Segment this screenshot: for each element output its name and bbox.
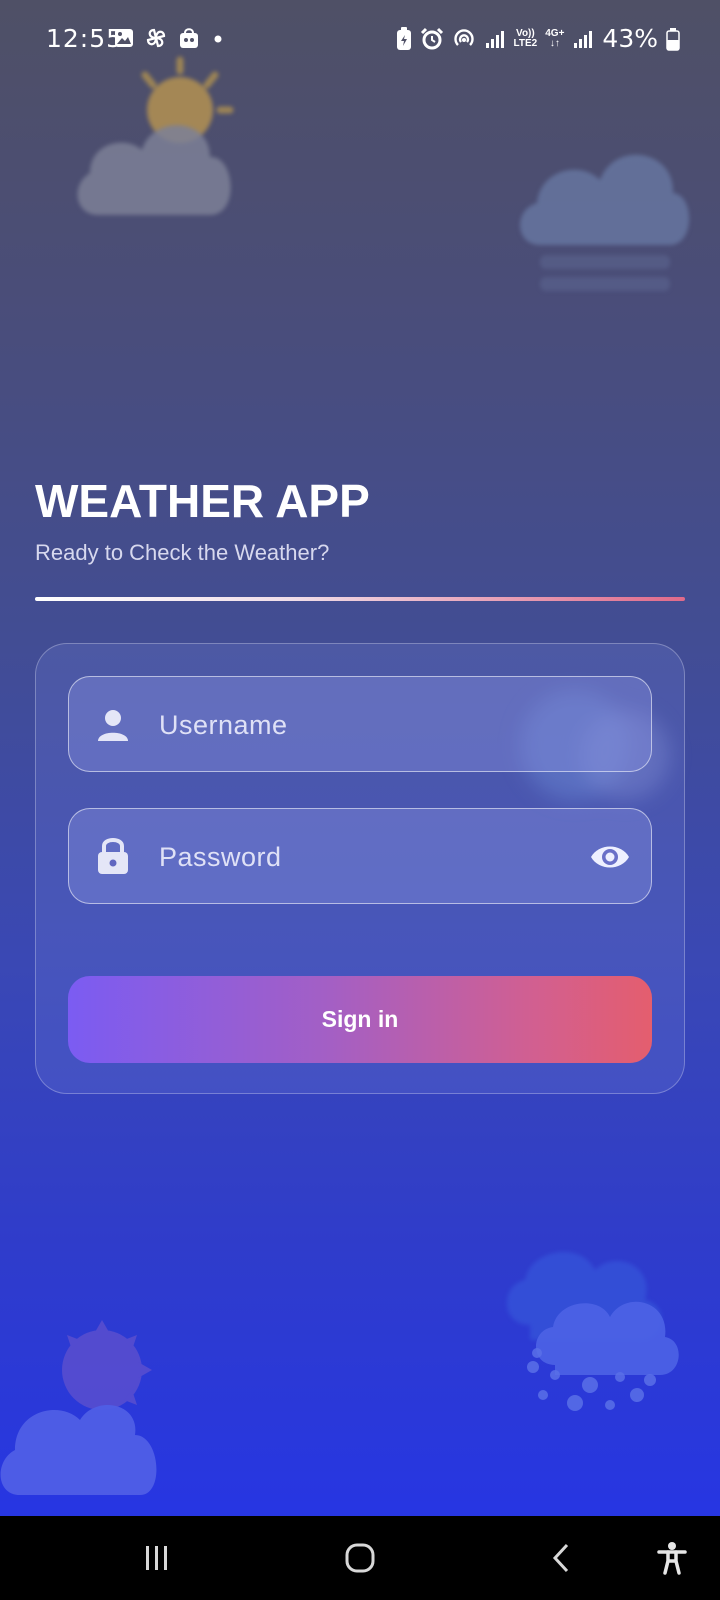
network-type-bottom: ↓↑ [549,37,560,49]
sun-cloud-icon [0,1320,157,1495]
page-title: WEATHER APP [35,475,370,527]
accessibility-icon [657,1542,687,1575]
username-input[interactable] [157,677,561,773]
hotspot-icon [453,28,474,46]
password-input[interactable] [157,809,561,905]
rain-cloud-icon [520,154,690,291]
status-right-icons: Vo)) LTE2 4G+ ↓↑ 43% [396,24,680,53]
network-labels-vo-lte: Vo)) LTE2 [513,27,538,49]
sign-in-button[interactable]: Sign in [68,976,652,1063]
network-type-top: 4G+ [545,27,565,39]
eye-icon[interactable] [589,839,631,875]
network-label-top: Vo)) [516,27,535,39]
signal-icon [574,30,593,48]
accessibility-button[interactable] [632,1516,712,1600]
gallery-icon [115,29,133,47]
shopping-bag-icon [180,28,198,48]
home-button[interactable] [320,1516,400,1600]
recent-apps-button[interactable] [117,1516,197,1600]
home-icon [345,1543,375,1573]
back-icon [552,1543,569,1573]
battery-percent: 43% [602,24,658,53]
network-labels-4g: 4G+ ↓↑ [545,27,565,49]
page-subtitle: Ready to Check the Weather? [35,540,330,565]
sun-cloud-icon [77,56,234,215]
title-divider [35,597,685,601]
back-button[interactable] [522,1516,602,1600]
password-field[interactable] [68,808,652,905]
alarm-icon [420,27,443,49]
battery-saver-icon [396,26,411,50]
signal-icon [485,30,504,48]
notification-dot-icon [214,35,222,43]
battery-icon [666,27,680,51]
status-time: 12:55 [46,24,124,53]
lock-icon [98,838,128,874]
snow-cloud-icon [506,1251,679,1411]
recent-apps-icon [146,1546,167,1570]
status-left-icons [114,26,226,50]
navigation-bar [0,1516,720,1600]
pinwheel-icon [146,28,166,48]
network-label-bottom: LTE2 [513,37,538,49]
user-icon [98,710,128,741]
username-field[interactable] [68,676,652,773]
